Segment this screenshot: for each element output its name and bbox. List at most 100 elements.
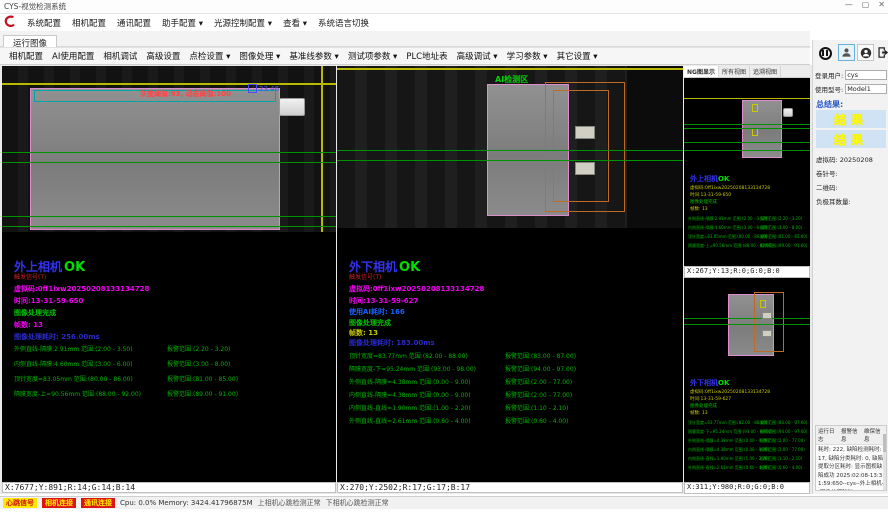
measurement-value: 外侧直线-直线=2.61mm 范围:(0.60 - 4.00) (349, 416, 471, 425)
process-done-line: 图像处理完成 (690, 199, 717, 205)
tab-all-views[interactable]: 所有视图 (719, 66, 750, 77)
toolbar-spot-check[interactable]: 点检设置 ▾ (189, 50, 230, 62)
measure-line (2, 152, 336, 153)
qr-code-label: 二维码: (816, 182, 838, 192)
virtual-code-line: 虚拟码:0ff1ixw20250208133134728 (349, 284, 484, 294)
toolbar-plc-address[interactable]: PLC地址表 (406, 50, 447, 62)
measurement-value: 内侧直线-隔膜=4.38mm 范围:(0.00 - 9.00) (349, 390, 471, 399)
user-manage-button[interactable] (857, 44, 874, 61)
pause-button[interactable] (815, 43, 835, 63)
trigger-label: 触发信号(T) (14, 272, 46, 281)
negative-tab-count-label: 负极耳数量: (816, 196, 851, 206)
process-elapsed-line: 图像处理耗时: 183.00ms (349, 338, 435, 348)
menu-item-camera-config[interactable]: 相机配置 (72, 17, 106, 29)
measurement-value: 内侧直线-直线=1.90mm 范围:(1.00 - 2.20) (349, 403, 471, 412)
result-box-lower: 结果 (816, 130, 886, 148)
toolbar-camera-config[interactable]: 相机配置 (9, 50, 43, 62)
lower-camera-view[interactable]: AI检测区 外下相机OK 触发信号(T) 虚拟码:0ff1ixw20250208… (337, 66, 683, 482)
window-title: CYS-视觉检测系统 (4, 1, 66, 12)
comm-connection-badge: 通讯连接 (81, 498, 115, 508)
close-icon[interactable]: ✕ (878, 0, 885, 9)
model-row: 使用型号: Model1 (815, 84, 887, 94)
toolbar-ai-usage-config[interactable]: AI使用配置 (52, 50, 94, 62)
login-user-field[interactable]: cys (845, 70, 887, 80)
menu-item-language-switch[interactable]: 系统语言切换 (318, 17, 369, 29)
minimize-icon[interactable]: — (845, 0, 853, 9)
toolbar-test-params[interactable]: 测试项参数 ▾ (348, 50, 397, 62)
virtual-code-line: 虚拟码:0ff1ixw20250208133134728 (690, 185, 770, 191)
lower-camera-heartbeat: 下相机心跳检测正常 (326, 498, 389, 508)
alarm-range: 报警范围:(94.00 - 97.00) (760, 429, 807, 435)
virtual-code-line: 虚拟码:0ff1ixw20250208133134728 (690, 389, 770, 395)
metal-clip (575, 162, 595, 175)
tab-ng-view[interactable]: NG图显示 (684, 66, 719, 77)
alarm-range: 报警范围:(1.10 - 2.10) (505, 403, 568, 412)
trigger-label: 触发信号(T) (349, 272, 381, 281)
exit-button[interactable] (874, 44, 888, 61)
baseline-yellow-line (337, 68, 683, 70)
measure-line (2, 216, 336, 217)
log-tab-run[interactable]: 运行日志 (818, 427, 838, 443)
toolbar-baseline-params[interactable]: 基准线参数 ▾ (289, 50, 338, 62)
alarm-range: 报警范围:(3.00 - 8.00) (167, 359, 230, 368)
menu-item-light-config[interactable]: 光源控制配置 ▾ (214, 17, 272, 29)
result-box-upper: 结果 (816, 110, 886, 128)
baseline-yellow-line (684, 98, 810, 99)
menu-item-view[interactable]: 查看 ▾ (283, 17, 307, 29)
heartbeat-badge: 心跳信号 (3, 498, 37, 508)
upper-camera-heartbeat: 上相机心跳检测正常 (258, 498, 321, 508)
mini-view-column: NG图显示 所有视图 追溯视图 外上相机OK 虚拟码:0ff1ixw202502… (684, 66, 810, 494)
log-scrollbar-thumb[interactable] (883, 434, 886, 452)
upper-mini-statusbar: X:267;Y:13;R:0;G:0;B:0 (684, 266, 810, 278)
toolbar-other-settings[interactable]: 其它设置 ▾ (557, 50, 598, 62)
cell-region (30, 88, 280, 230)
model-field[interactable]: Model1 (845, 84, 887, 94)
measurement-row: 内侧直线-隔膜:4.60mm 范围:(3.00 - 6.00)报警范围:(3.0… (2, 359, 336, 369)
log-tab-maintenance[interactable]: 维保信息 (864, 427, 884, 443)
log-tab-alarm[interactable]: 报警信息 (841, 427, 861, 443)
measure-line (684, 128, 810, 129)
menu-item-system-config[interactable]: 系统配置 (27, 17, 61, 29)
tab-row: 运行图像 (0, 31, 810, 47)
upper-camera-view[interactable]: 灰度阈值:93, 动态阈值:100 23.46 外上相机OK 触发信号(T) 虚… (2, 66, 336, 482)
camera-name: 外下相机 (690, 379, 718, 387)
alarm-range: 报警范围:(2.00 - 77.00) (760, 447, 805, 453)
toolbar-learning-params[interactable]: 学习参数 ▾ (507, 50, 548, 62)
upper-camera-mini-view[interactable]: 外上相机OK 虚拟码:0ff1ixw20250208133134728 时间:1… (684, 78, 810, 266)
camera-result-title: 外下相机OK (690, 378, 729, 388)
alarm-range: 报警范围:(2.00 - 77.00) (505, 390, 572, 399)
lower-camera-mini-view[interactable]: 外下相机OK 虚拟码:0ff1ixw20250208133134728 时间:1… (684, 278, 810, 482)
lower-camera-image[interactable]: AI检测区 (337, 66, 683, 228)
camera-result-title: 外上相机OK (690, 174, 729, 184)
alarm-range: 报警范围:(89.00 - 91.00) (167, 389, 238, 398)
toolbar-advanced-debug[interactable]: 高级调试 ▾ (457, 50, 498, 62)
menu-bar: 系统配置 相机配置 通讯配置 助手配置 ▾ 光源控制配置 ▾ 查看 ▾ 系统语言… (0, 14, 888, 31)
alarm-range: 报警范围:(3.00 - 8.00) (760, 225, 802, 231)
toolbar-advanced-settings[interactable]: 高级设置 (146, 50, 180, 62)
log-panel[interactable]: 运行日志 报警信息 维保信息 耗时: 222, 缺陷检测耗时: 17, 缺陷分类… (815, 425, 887, 491)
alarm-range: 报警范围:(83.00 - 87.00) (505, 351, 576, 360)
cpu-memory-status: Cpu: 0.0% Memory: 3424.41796875M (120, 499, 253, 507)
upper-camera-image[interactable]: 灰度阈值:93, 动态阈值:100 23.46 (2, 66, 336, 232)
measurement-value: 顶针宽度=83.05mm 范围:(80.00 - 86.00) (14, 374, 133, 383)
toolbar-camera-debug[interactable]: 相机调试 (103, 50, 137, 62)
camera-connection-badge: 相机连接 (42, 498, 76, 508)
menu-item-comm-config[interactable]: 通讯配置 (117, 17, 151, 29)
measure-line (337, 150, 683, 151)
maximize-icon[interactable]: ▢ (862, 0, 870, 9)
login-user-label: 登录用户: (815, 70, 843, 80)
defect-marker-box (752, 104, 758, 112)
app-window: CYS-视觉检测系统 — ▢ ✕ 系统配置 相机配置 通讯配置 助手配置 ▾ 光… (0, 0, 888, 522)
tab-trace-views[interactable]: 追溯视图 (750, 66, 781, 77)
lower-camera-statusbar: X:270;Y:2502;R:17;G:17;B:17 (337, 482, 683, 493)
menu-item-assistant-config[interactable]: 助手配置 ▾ (162, 17, 203, 29)
virtual-code-label: 虚拟码: 20250208 (816, 154, 873, 164)
measurement-row: 内侧直线-隔膜=4.38mm 范围:(0.00 - 9.00) 报警范围:(2.0… (337, 390, 683, 400)
result-ok-label: OK (718, 175, 729, 183)
user-login-button[interactable] (838, 44, 855, 61)
toolbar-image-processing[interactable]: 图像处理 ▾ (239, 50, 280, 62)
alarm-range: 报警范围:(83.00 - 87.00) (760, 420, 807, 426)
connector-tab (783, 108, 793, 117)
measurement-row: 隔膜宽度-下=95.24mm 范围:(93.00 - 98.00)报警范围:(9… (337, 364, 683, 374)
pause-icon (819, 47, 832, 60)
